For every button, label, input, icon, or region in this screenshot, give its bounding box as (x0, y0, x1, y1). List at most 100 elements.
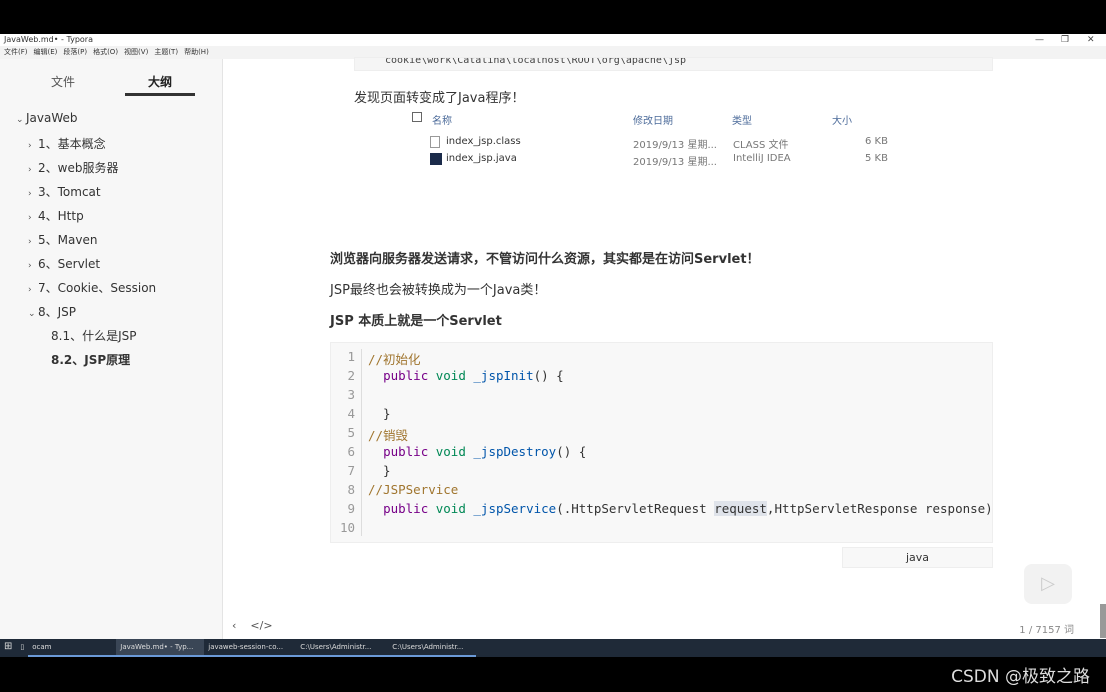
file-type: CLASS 文件 (733, 140, 789, 151)
heading: JSP 本质上就是一个Servlet (330, 314, 502, 329)
menu-view[interactable]: 视图(V) (124, 46, 148, 59)
outline-label: 3、Tomcat (38, 185, 101, 199)
line-number: 7 (347, 463, 355, 478)
line-number: 5 (347, 425, 355, 440)
file-icon (430, 136, 440, 148)
start-icon[interactable]: ⊞ (0, 639, 16, 657)
taskbar-app[interactable]: JavaWeb.md• - Typ... (116, 639, 205, 657)
csdn-watermark: CSDN @极致之路 (951, 667, 1090, 687)
outline-label: 5、Maven (38, 233, 98, 247)
taskbar-app[interactable]: ocam (28, 639, 117, 657)
maximize-button[interactable]: ❐ (1061, 34, 1069, 46)
file-size: 6 KB (865, 136, 888, 147)
paragraph: 发现页面转变成了Java程序！ (354, 91, 525, 106)
file-date: 2019/9/13 星期... (633, 157, 717, 168)
chevron-down-icon[interactable]: ⌄ (16, 115, 26, 125)
outline-label: 1、基本概念 (38, 137, 106, 151)
outline-item[interactable]: › 4、Http (28, 207, 84, 224)
line-number: 4 (347, 406, 355, 421)
outline-item[interactable]: ⌄ 8、JSP (28, 303, 76, 320)
outline-item[interactable]: › 5、Maven (28, 231, 97, 248)
paragraph: JSP最终也会被转换成为一个Java类！ (330, 283, 547, 298)
code-line: public void _jspInit() { (383, 368, 564, 383)
close-button[interactable]: ✕ (1087, 34, 1095, 46)
outline-item[interactable]: 8.2、JSP原理 (51, 351, 130, 368)
status-bar: ‹ </> (232, 619, 273, 632)
outline-item[interactable]: › 1、基本概念 (28, 135, 106, 152)
code-line: //销毁 (368, 428, 409, 443)
chevron-right-icon[interactable]: › (28, 285, 38, 295)
outline-label: 8.2、JSP原理 (51, 353, 131, 367)
typora-window: JavaWeb.md• - Typora — ❐ ✕ 文件(F) 编辑(E) 段… (0, 34, 1106, 639)
chevron-right-icon[interactable]: › (28, 165, 38, 175)
line-number: 6 (347, 444, 355, 459)
file-date: 2019/9/13 星期... (633, 140, 717, 151)
outline-label: 8.1、什么是JSP (51, 329, 137, 343)
code-line: } (368, 406, 391, 421)
menu-edit[interactable]: 编辑(E) (34, 46, 58, 59)
outline-item[interactable]: ⌄ JavaWeb (16, 111, 78, 125)
chevron-right-icon[interactable]: › (28, 261, 38, 271)
checkbox-icon (412, 112, 422, 122)
bold-paragraph: 浏览器向服务器发送请求，不管访问什么资源，其实都是在访问Servlet！ (330, 252, 760, 267)
outline-item[interactable]: › 6、Servlet (28, 255, 100, 272)
taskbar: ⊞ ▯ ocam JavaWeb.md• - Typ... javaweb-se… (0, 639, 1106, 657)
taskbar-app[interactable]: C:\Users\Administr... (388, 639, 477, 657)
menu-format[interactable]: 格式(O) (93, 46, 118, 59)
line-number: 8 (347, 482, 355, 497)
col-date: 修改日期 (633, 116, 673, 127)
menu-help[interactable]: 帮助(H) (184, 46, 209, 59)
col-type: 类型 (732, 116, 752, 127)
chevron-right-icon[interactable]: › (28, 213, 38, 223)
bilibili-play-icon: ▷ (1024, 564, 1072, 604)
outline-label: 6、Servlet (38, 257, 101, 271)
outline-label: 8、JSP (38, 305, 77, 319)
code-line: //JSPService (368, 482, 459, 497)
outline-item[interactable]: › 7、Cookie、Session (28, 279, 156, 296)
code-block[interactable]: 1 2 3 4 5 6 7 8 9 10 //初始化 public void _jspInit()… (330, 342, 993, 543)
chevron-right-icon[interactable]: › (28, 141, 38, 151)
line-number: 1 (347, 349, 355, 364)
menu-paragraph[interactable]: 段落(P) (63, 46, 87, 59)
line-number: 9 (347, 501, 355, 516)
chevron-down-icon[interactable]: ⌄ (28, 309, 38, 319)
outline-label: 2、web服务器 (38, 161, 119, 175)
line-number: 3 (347, 387, 355, 402)
line-gutter (361, 349, 362, 536)
tab-outline[interactable]: 大纲 (148, 73, 172, 90)
taskbar-app[interactable]: C:\Users\Administr... (296, 639, 389, 657)
file-name: index_jsp.java (446, 153, 517, 164)
code-line: //初始化 (368, 352, 421, 367)
file-size: 5 KB (865, 153, 888, 164)
outline-label: 7、Cookie、Session (38, 281, 157, 295)
chevron-right-icon[interactable]: › (28, 237, 38, 247)
code-language-input[interactable]: java (842, 547, 993, 568)
file-name: index_jsp.class (446, 136, 521, 147)
source-mode-icon[interactable]: </> (250, 619, 272, 632)
tab-files[interactable]: 文件 (51, 73, 75, 90)
outline-item[interactable]: › 2、web服务器 (28, 159, 118, 176)
word-count[interactable]: 1 / 7157 词 (1019, 621, 1074, 636)
code-block-previous: cookie\work\Catalina\localhost\ROOT\org\… (354, 57, 993, 71)
title-bar: JavaWeb.md• - Typora — ❐ ✕ (0, 34, 1106, 46)
outline-item[interactable]: 8.1、什么是JSP (51, 327, 136, 344)
col-name: 名称 (432, 116, 452, 127)
task-view-icon[interactable]: ▯ (16, 639, 28, 657)
code-line: } (368, 463, 391, 478)
minimize-button[interactable]: — (1035, 34, 1044, 46)
chevron-right-icon[interactable]: › (28, 189, 38, 199)
outline-label: JavaWeb (26, 111, 78, 125)
col-size: 大小 (832, 116, 852, 127)
file-type: IntelliJ IDEA (733, 153, 791, 164)
scrollbar[interactable] (1100, 604, 1106, 638)
outline-item[interactable]: › 3、Tomcat (28, 183, 101, 200)
active-tab-indicator (125, 93, 195, 96)
menu-theme[interactable]: 主题(T) (154, 46, 178, 59)
code-line: public void _jspDestroy() { (383, 444, 587, 459)
menu-file[interactable]: 文件(F) (4, 46, 28, 59)
toggle-sidebar-icon[interactable]: ‹ (232, 619, 236, 632)
sidebar: 文件 大纲 ⌄ JavaWeb › 1、基本概念 › 2、web服务器 › 3、Tomcat ›… (0, 59, 223, 639)
code-line: public void _jspService(.HttpServletRequ… (383, 501, 993, 516)
taskbar-app[interactable]: javaweb-session-co... (204, 639, 297, 657)
editor[interactable]: cookie\work\Catalina\localhost\ROOT\org\… (224, 57, 1106, 639)
